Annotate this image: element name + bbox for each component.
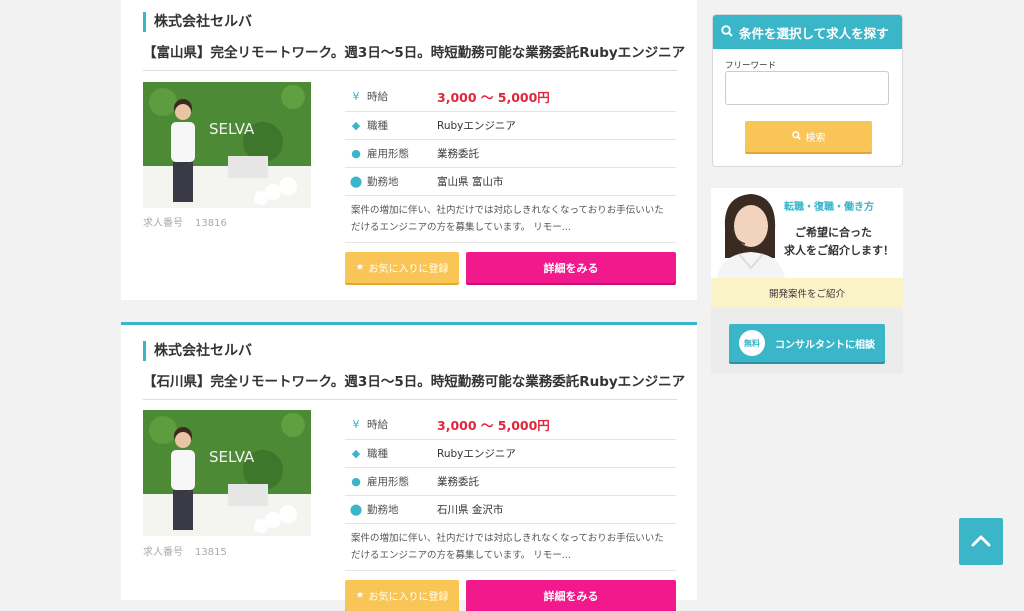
consult-button[interactable]: 無料 コンサルタントに相談 xyxy=(729,324,885,362)
job-photo: SELVA xyxy=(143,410,311,536)
job-card: 株式会社セルバ 【富山県】完全リモートワーク。週3日〜5日。時短勤務可能な業務委… xyxy=(121,0,697,300)
detail-button[interactable]: 詳細をみる xyxy=(466,252,676,283)
employment-row: ● 雇用形態 業務委託 xyxy=(345,468,676,496)
occupation-row: ◆ 職種 Rubyエンジニア xyxy=(345,440,676,468)
banner-message-line1: ご希望に合った xyxy=(795,226,872,239)
salary-value: 3,000 〜 5,000円 xyxy=(437,90,550,105)
job-title[interactable]: 【富山県】完全リモートワーク。週3日〜5日。時短勤務可能な業務委託Rubyエンジ… xyxy=(143,41,685,71)
photo-logo-text: SELVA xyxy=(209,448,255,466)
favorite-button[interactable]: ★ お気に入りに登録 xyxy=(345,580,459,611)
job-description: 案件の増加に伴い、社内だけでは対応しきれなくなっておりお手伝いいただけるエンジニ… xyxy=(345,196,676,243)
job-number: 求人番号 13816 xyxy=(143,218,227,229)
star-icon: ★ xyxy=(355,590,365,601)
banner-subtitle: 開発案件をご紹介 xyxy=(711,278,903,308)
consultant-illustration xyxy=(717,194,785,278)
location-row: ⬤ 勤務地 石川県 金沢市 xyxy=(345,496,676,524)
employment-row: ● 雇用形態 業務委託 xyxy=(345,140,676,168)
free-badge: 無料 xyxy=(739,330,765,356)
freeword-input[interactable] xyxy=(725,71,889,105)
search-icon xyxy=(721,24,733,40)
photo-logo-text: SELVA xyxy=(209,120,255,138)
freeword-label: フリーワード xyxy=(725,61,777,71)
company-name: 株式会社セルバ xyxy=(143,12,252,32)
job-number: 求人番号 13815 xyxy=(143,547,227,558)
salary-value: 3,000 〜 5,000円 xyxy=(437,418,550,433)
yen-icon: ¥ xyxy=(352,90,360,103)
star-icon: ★ xyxy=(355,262,365,273)
banner-image: 転職・復職・働き方 ご希望に合った 求人をご紹介します！ xyxy=(711,188,903,278)
salary-row: ¥ 時給 3,000 〜 5,000円 xyxy=(345,410,676,440)
tag-icon: ◆ xyxy=(351,447,361,460)
banner-footer: 無料 コンサルタントに相談 xyxy=(711,308,903,374)
job-card: 株式会社セルバ 【石川県】完全リモートワーク。週3日〜5日。時短勤務可能な業務委… xyxy=(121,322,697,611)
job-description: 案件の増加に伴い、社内だけでは対応しきれなくなっておりお手伝いいただけるエンジニ… xyxy=(345,524,676,571)
job-info-table: ¥ 時給 3,000 〜 5,000円 ◆ 職種 Rubyエンジニア ● 雇用形… xyxy=(345,410,676,571)
favorite-button[interactable]: ★ お気に入りに登録 xyxy=(345,252,459,283)
salary-row: ¥ 時給 3,000 〜 5,000円 xyxy=(345,82,676,112)
banner-message-line2: 求人をご紹介します！ xyxy=(784,244,894,257)
job-photo: SELVA xyxy=(143,82,311,208)
location-row: ⬤ 勤務地 富山県 富山市 xyxy=(345,168,676,196)
search-button[interactable]: 検索 xyxy=(745,121,872,152)
job-search-panel: 条件を選択して求人を探す フリーワード 検索 xyxy=(712,14,903,167)
consultant-banner[interactable]: 転職・復職・働き方 ご希望に合った 求人をご紹介します！ 開発案件をご紹介 無料… xyxy=(711,188,903,374)
map-pin-icon: ⬤ xyxy=(349,175,363,188)
company-name: 株式会社セルバ xyxy=(143,341,252,361)
job-title[interactable]: 【石川県】完全リモートワーク。週3日〜5日。時短勤務可能な業務委託Rubyエンジ… xyxy=(143,370,685,400)
map-pin-icon: ⬤ xyxy=(349,503,363,516)
person-icon: ● xyxy=(351,475,361,488)
occupation-row: ◆ 職種 Rubyエンジニア xyxy=(345,112,676,140)
chevron-up-icon xyxy=(971,532,991,551)
search-icon xyxy=(791,130,801,143)
person-icon: ● xyxy=(351,147,361,160)
back-to-top-button[interactable] xyxy=(959,518,1003,565)
search-panel-header: 条件を選択して求人を探す xyxy=(713,15,902,49)
detail-button[interactable]: 詳細をみる xyxy=(466,580,676,611)
job-info-table: ¥ 時給 3,000 〜 5,000円 ◆ 職種 Rubyエンジニア ● 雇用形… xyxy=(345,82,676,243)
banner-tagline: 転職・復職・働き方 xyxy=(784,202,874,213)
tag-icon: ◆ xyxy=(351,119,361,132)
yen-icon: ¥ xyxy=(352,418,360,431)
